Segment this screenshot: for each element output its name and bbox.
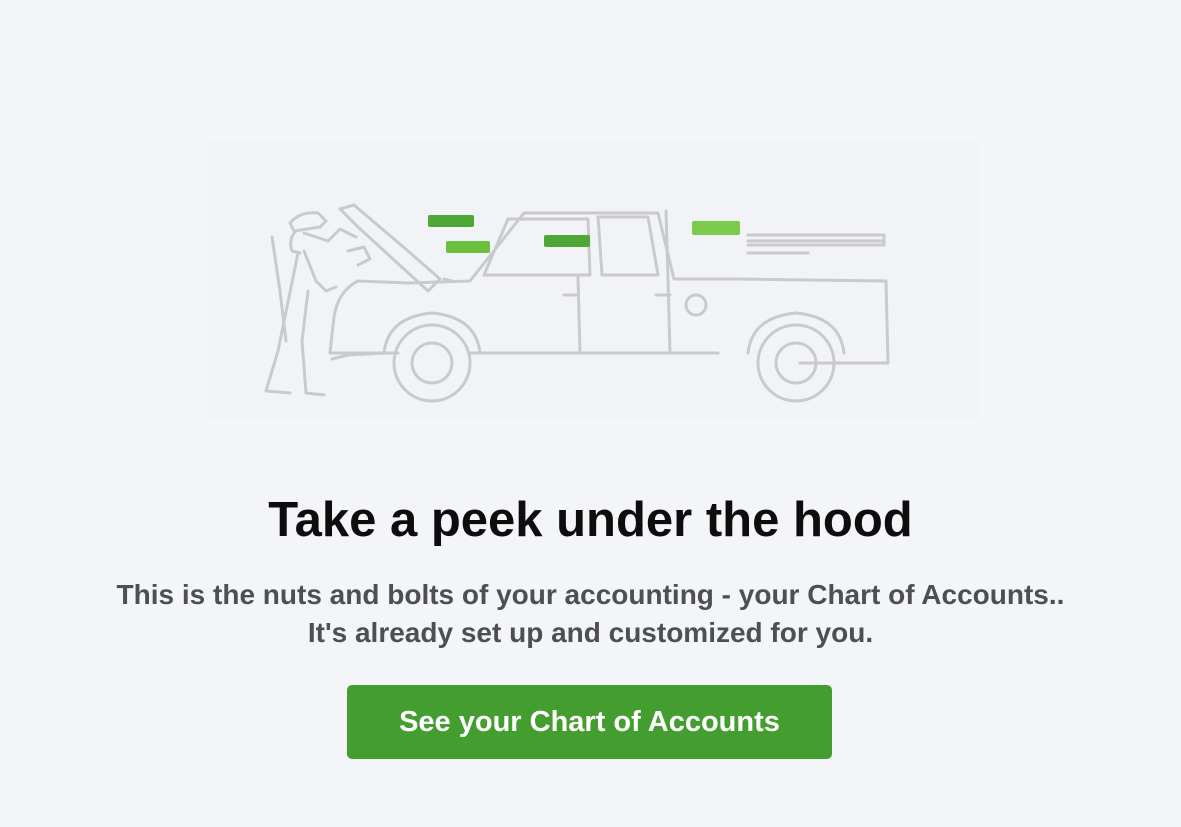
highlight-markers	[428, 215, 740, 253]
description-line-1: This is the nuts and bolts of your accou…	[116, 579, 1065, 610]
mechanic-figure	[288, 211, 328, 233]
page-title: Take a peek under the hood	[268, 493, 913, 547]
truck-illustration	[208, 141, 979, 419]
description-line-2: It's already set up and customized for y…	[307, 617, 874, 648]
see-chart-of-accounts-button[interactable]: See your Chart of Accounts	[347, 685, 832, 759]
mechanic-truck-hood-icon	[264, 203, 890, 403]
front-wheel	[392, 323, 472, 403]
description: This is the nuts and bolts of your accou…	[0, 576, 1181, 652]
